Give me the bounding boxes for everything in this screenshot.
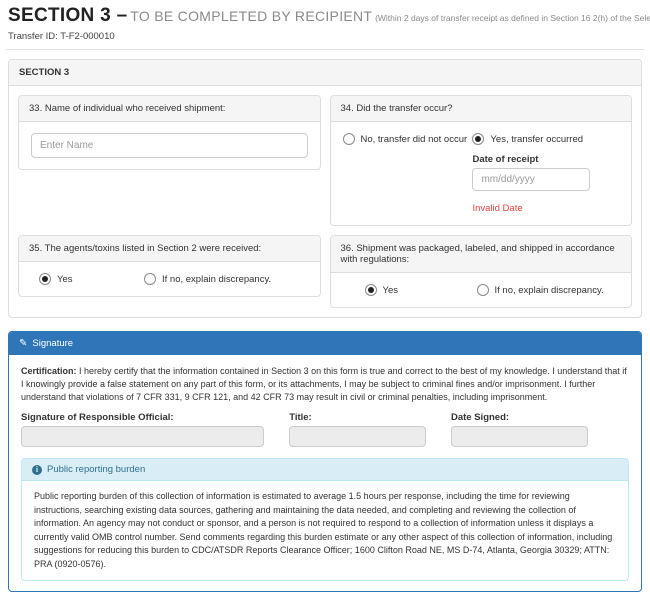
public-reporting-burden-text: Public reporting burden of this collecti… xyxy=(34,491,613,569)
transfer-id: Transfer ID: T-F2-000010 xyxy=(8,31,115,42)
pencil-icon: ✎ xyxy=(19,337,28,349)
radio-option-transfer-yes[interactable]: Yes, transfer occurred xyxy=(472,133,619,145)
question-35-label: 35. The agents/toxins listed in Section … xyxy=(19,236,320,262)
radio-icon xyxy=(342,133,355,145)
recipient-name-input[interactable] xyxy=(31,133,308,158)
date-signed-label: Date Signed: xyxy=(450,412,510,424)
page-title-main: SECTION 3 – xyxy=(8,5,128,26)
question-34-panel: 34. Did the transfer occur? No, transfer… xyxy=(329,95,632,226)
header-divider xyxy=(6,49,644,50)
title-input xyxy=(289,426,426,448)
signature-official-field: Signature of Responsible Official: xyxy=(21,412,265,448)
radio-label: No, transfer did not occur xyxy=(360,133,468,145)
section3-panel-body: 33. Name of individual who received ship… xyxy=(9,86,641,317)
radio-option-q35-yes[interactable]: Yes xyxy=(39,273,144,285)
public-reporting-burden-title: Public reporting burden xyxy=(47,464,146,476)
date-signed-input xyxy=(450,426,588,448)
radio-label: If no, explain discrepancy. xyxy=(494,284,604,296)
radio-option-q35-no[interactable]: If no, explain discrepancy. xyxy=(144,273,271,285)
title-label: Title: xyxy=(289,412,312,424)
public-reporting-burden-header: i Public reporting burden xyxy=(22,459,628,482)
title-field: Title: xyxy=(289,412,426,448)
page: SECTION 3 – TO BE COMPLETED BY RECIPIENT… xyxy=(0,0,650,599)
date-of-receipt-label: Date of receipt xyxy=(472,154,539,165)
signature-official-label: Signature of Responsible Official: xyxy=(21,412,174,424)
signature-panel: ✎ Signature Certification: I hereby cert… xyxy=(8,331,642,593)
page-title: SECTION 3 – TO BE COMPLETED BY RECIPIENT… xyxy=(8,5,650,29)
question-34-label: 34. Did the transfer occur? xyxy=(330,96,631,122)
question-36-label: 36. Shipment was packaged, labeled, and … xyxy=(330,236,631,273)
radio-icon xyxy=(144,273,156,285)
radio-option-q36-yes[interactable]: Yes xyxy=(364,284,477,296)
info-icon: i xyxy=(32,464,42,475)
date-signed-field: Date Signed: xyxy=(450,412,588,448)
signature-official-input xyxy=(21,426,265,448)
radio-icon-checked xyxy=(472,133,485,145)
invalid-date-error: Invalid Date xyxy=(472,203,523,214)
question-35-panel: 35. The agents/toxins listed in Section … xyxy=(18,235,321,297)
page-title-sub: TO BE COMPLETED BY RECIPIENT xyxy=(130,8,373,24)
radio-icon-checked xyxy=(364,284,377,296)
radio-icon xyxy=(476,284,489,296)
question-36-panel: 36. Shipment was packaged, labeled, and … xyxy=(329,235,632,308)
radio-label: Yes xyxy=(57,273,73,285)
radio-option-transfer-no[interactable]: No, transfer did not occur xyxy=(342,133,473,145)
signature-panel-body: Certification: I hereby certify that the… xyxy=(9,355,641,591)
page-title-note: (Within 2 days of transfer receipt as de… xyxy=(375,13,650,23)
section3-panel: SECTION 3 33. Name of individual who rec… xyxy=(8,59,642,318)
radio-option-q36-no[interactable]: If no, explain discrepancy. xyxy=(476,284,604,296)
certification-text: Certification: I hereby certify that the… xyxy=(21,366,627,402)
certification-label: Certification: xyxy=(21,366,77,376)
public-reporting-burden-panel: i Public reporting burden Public reporti… xyxy=(21,458,629,582)
signature-panel-header: ✎ Signature xyxy=(9,332,641,355)
radio-label: Yes xyxy=(382,284,399,296)
question-33-label: 33. Name of individual who received ship… xyxy=(19,96,320,122)
question-33-panel: 33. Name of individual who received ship… xyxy=(18,95,321,170)
signature-panel-title: Signature xyxy=(32,338,74,349)
date-of-receipt-input[interactable] xyxy=(472,168,591,191)
section3-panel-header: SECTION 3 xyxy=(9,60,641,86)
radio-label: Yes, transfer occurred xyxy=(490,133,584,145)
radio-icon-checked xyxy=(39,273,51,285)
radio-label: If no, explain discrepancy. xyxy=(162,273,272,285)
